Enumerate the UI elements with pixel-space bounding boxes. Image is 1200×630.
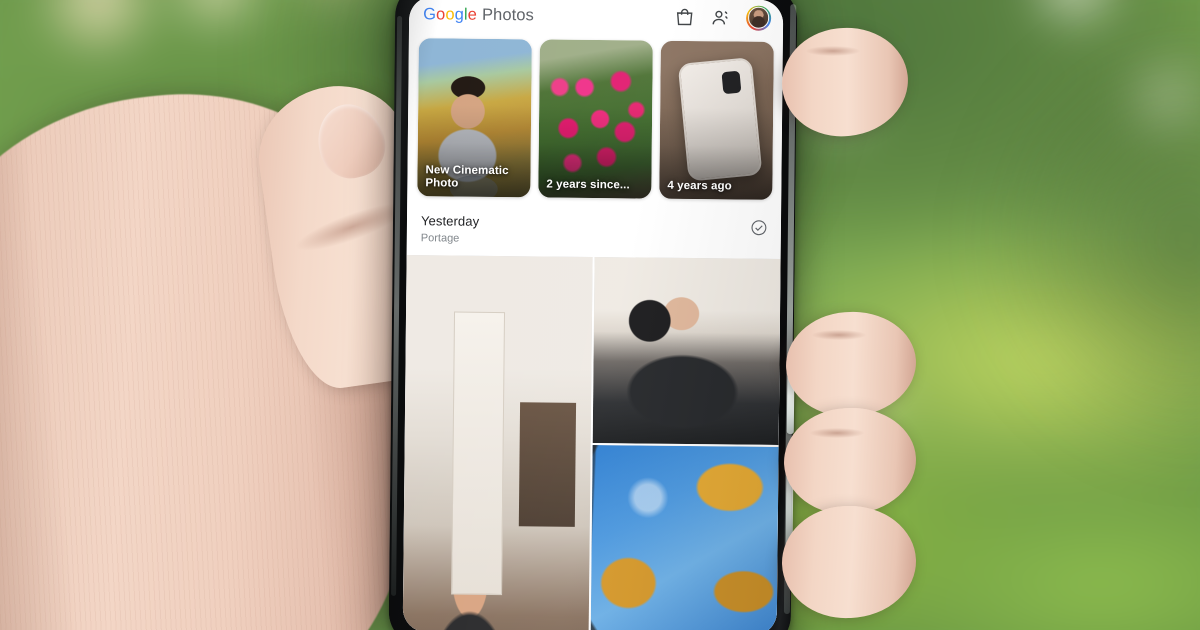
memory-gradient — [538, 39, 653, 199]
app-bar-spacer — [534, 15, 674, 16]
finger-crease — [806, 46, 860, 56]
phone-screen: Google Photos New Cinematic Photo 2 year… — [402, 0, 784, 630]
photo-cell[interactable] — [402, 254, 593, 630]
logo-letter-o1: o — [435, 4, 446, 23]
logo-word-photos: Photos — [481, 5, 535, 24]
memory-card[interactable]: New Cinematic Photo — [417, 38, 532, 198]
logo-letter-o2: o — [445, 4, 455, 24]
shopping-bag-icon[interactable] — [674, 6, 695, 27]
section-subtitle: Portage — [420, 231, 460, 245]
photo-cell[interactable] — [592, 256, 781, 445]
photo-thumbnail — [592, 256, 781, 445]
shared-people-icon[interactable] — [710, 7, 731, 28]
check-circle-icon[interactable] — [750, 216, 768, 242]
photo-thumbnail — [590, 444, 779, 630]
photo-grid[interactable]: 0:26 — [402, 254, 781, 630]
smartphone-device: Google Photos New Cinematic Photo 2 year… — [388, 0, 798, 630]
app-bar: Google Photos — [408, 0, 784, 36]
memories-carousel[interactable]: New Cinematic Photo 2 years since... 4 ye… — [407, 32, 783, 209]
logo-letter-g2: g — [454, 5, 465, 24]
photo-thumbnail — [402, 254, 593, 630]
memory-card-label: New Cinematic Photo — [425, 164, 524, 191]
google-photos-logo: Google Photos — [423, 5, 534, 25]
memory-card-label: 2 years since... — [546, 178, 630, 192]
app-bar-actions — [674, 4, 772, 31]
finger-crease — [810, 428, 864, 438]
memory-label-line1: New Cinematic — [425, 164, 509, 178]
account-avatar[interactable] — [746, 5, 772, 31]
memory-card[interactable]: 2 years since... — [538, 39, 653, 199]
section-title: Yesterday — [420, 213, 480, 229]
photo-cell[interactable] — [590, 444, 779, 630]
logo-letter-g: G — [423, 4, 437, 23]
photo-scene: Google Photos New Cinematic Photo 2 year… — [0, 0, 1200, 630]
avatar-image — [747, 6, 770, 29]
logo-letter-e: e — [467, 5, 478, 24]
section-header-texts: Yesterday Portage — [421, 212, 750, 249]
memory-label-line2: Photo — [425, 177, 459, 190]
memory-card[interactable]: 4 years ago — [659, 40, 774, 200]
finger-crease — [812, 330, 866, 340]
memory-card-label: 4 years ago — [667, 179, 732, 193]
memory-gradient — [659, 40, 774, 200]
section-header: Yesterday Portage — [406, 205, 782, 259]
